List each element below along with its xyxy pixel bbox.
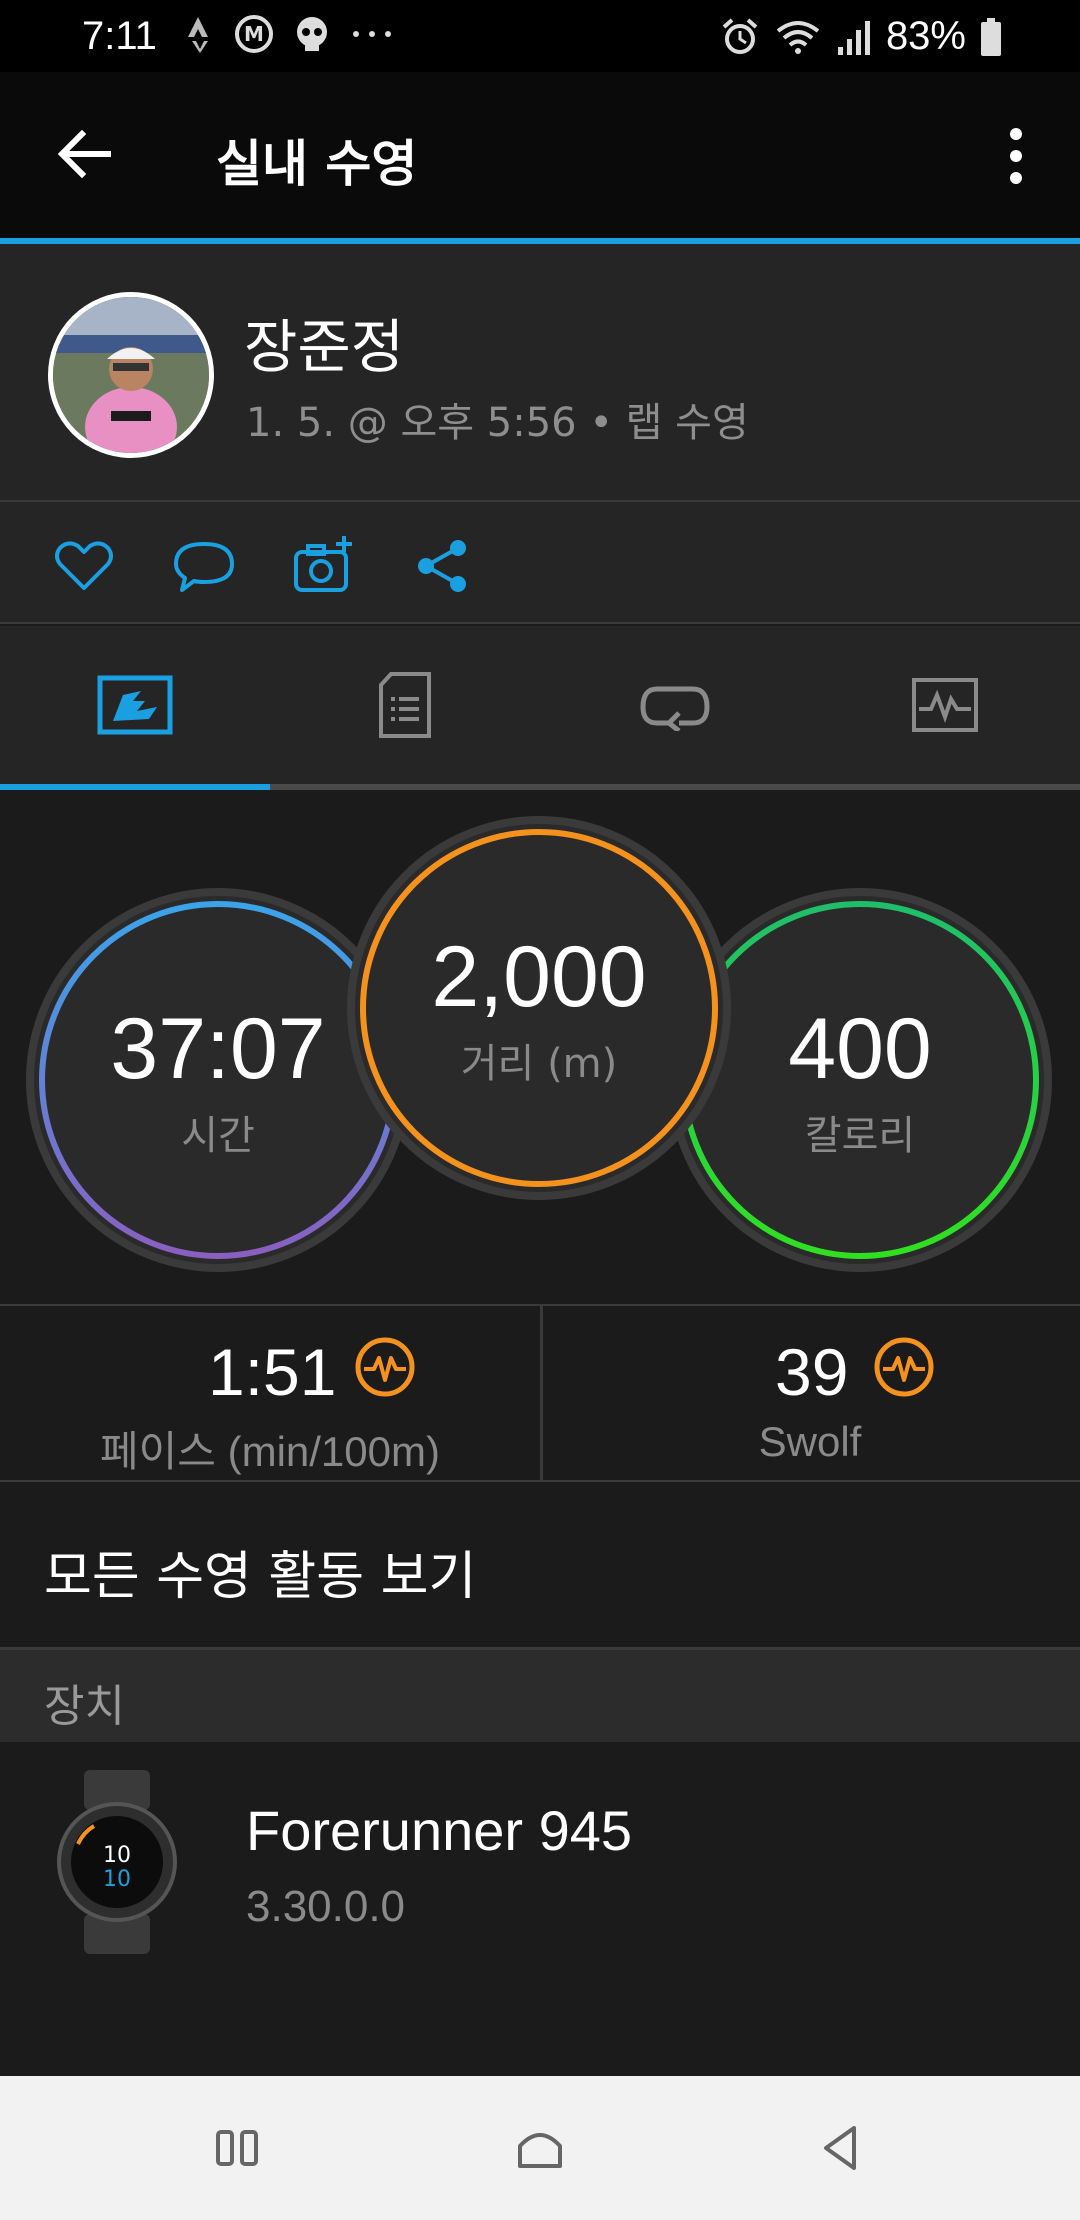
status-notification-icons: M: [186, 14, 394, 54]
device-version: 3.30.0.0: [246, 1882, 406, 1931]
summary-tab-icon: [97, 675, 173, 735]
device-section-title: 장치: [44, 1681, 125, 1732]
details-tab-icon: [379, 672, 431, 738]
m-app-icon: M: [235, 15, 273, 53]
device-section-header: 장치: [0, 1650, 1080, 1742]
skull-icon: [297, 17, 327, 51]
back-arrow-icon[interactable]: [52, 122, 116, 186]
signal-icon: [837, 20, 870, 55]
app-bar: 실내 수영: [0, 72, 1080, 242]
back-nav-icon[interactable]: [812, 2118, 872, 2178]
status-bar: 7:11 M 83%: [0, 0, 1080, 72]
overflow-menu-icon[interactable]: [988, 124, 1044, 188]
time-value: 37:07: [110, 1000, 326, 1097]
page-title: 실내 수영: [216, 135, 418, 193]
svg-text:10: 10: [103, 1843, 131, 1868]
activity-profile-header: 장준정 1. 5. @ 오후 5:56 • 랩 수영: [0, 244, 1080, 502]
avatar-photo-icon: [53, 297, 209, 453]
calorie-metric[interactable]: 400 칼로리: [702, 940, 1018, 1220]
watch-icon: 10 10: [57, 1770, 177, 1954]
share-icon[interactable]: [412, 534, 476, 598]
chart-tab-icon: [912, 678, 978, 732]
comment-icon[interactable]: [172, 534, 236, 598]
distance-value: 2,000: [431, 928, 647, 1025]
swolf-value: 39: [775, 1335, 849, 1409]
tab-details[interactable]: [270, 626, 540, 784]
battery-icon: [981, 17, 1001, 56]
device-row[interactable]: 10 10 Forerunner 945 3.30.0.0: [0, 1742, 1080, 2076]
swolf-performance-badge-icon: [874, 1337, 934, 1397]
tab-charts[interactable]: [810, 626, 1080, 784]
svg-text:10: 10: [103, 1867, 131, 1892]
recent-apps-icon[interactable]: [208, 2118, 268, 2178]
wifi-icon: [776, 20, 820, 54]
time-label: 시간: [181, 1112, 255, 1159]
pace-label: 페이스 (min/100m): [100, 1428, 440, 1475]
alarm-icon: [722, 17, 758, 54]
tab-summary[interactable]: [0, 626, 270, 784]
view-all-swim-activities-label: 모든 수영 활동 보기: [44, 1547, 477, 1607]
system-navigation-bar: [0, 2076, 1080, 2220]
stats-row: 1:51 페이스 (min/100m) 39 Swolf: [0, 1304, 1080, 1482]
pace-performance-badge-icon: [355, 1337, 415, 1397]
user-name[interactable]: 장준정: [244, 300, 404, 384]
activity-meta: 1. 5. @ 오후 5:56 • 랩 수영: [246, 400, 749, 446]
distance-metric[interactable]: 2,000 거리 (m): [381, 868, 697, 1148]
strava-icon: [188, 17, 208, 53]
pace-value: 1:51: [208, 1335, 337, 1409]
device-name: Forerunner 945: [246, 1799, 633, 1862]
swolf-stat[interactable]: 39 Swolf: [540, 1306, 1080, 1482]
activity-tabs: [0, 626, 1080, 790]
distance-label: 거리 (m): [460, 1040, 618, 1087]
swolf-label: Swolf: [758, 1418, 862, 1465]
metric-circles: 37:07 시간 400 칼로리 2,000 거리 (m): [0, 790, 1080, 1304]
tab-laps[interactable]: [540, 626, 810, 784]
time-metric[interactable]: 37:07 시간: [60, 940, 376, 1220]
heart-icon[interactable]: [52, 534, 116, 598]
avatar[interactable]: [48, 292, 214, 458]
status-time: 7:11: [82, 14, 157, 58]
action-bar: [0, 502, 1080, 624]
add-photo-icon[interactable]: [292, 534, 356, 598]
battery-percent: 83%: [885, 14, 966, 58]
home-icon[interactable]: [510, 2118, 570, 2178]
calorie-label: 칼로리: [804, 1112, 916, 1159]
calorie-value: 400: [788, 1000, 932, 1097]
svg-text:M: M: [244, 22, 264, 46]
laps-tab-icon: [640, 686, 710, 731]
more-notifications-icon: [353, 31, 391, 37]
status-system-icons: 83%: [720, 14, 1002, 59]
pace-stat[interactable]: 1:51 페이스 (min/100m): [0, 1306, 540, 1482]
view-all-swim-activities-link[interactable]: 모든 수영 활동 보기: [0, 1482, 1080, 1650]
